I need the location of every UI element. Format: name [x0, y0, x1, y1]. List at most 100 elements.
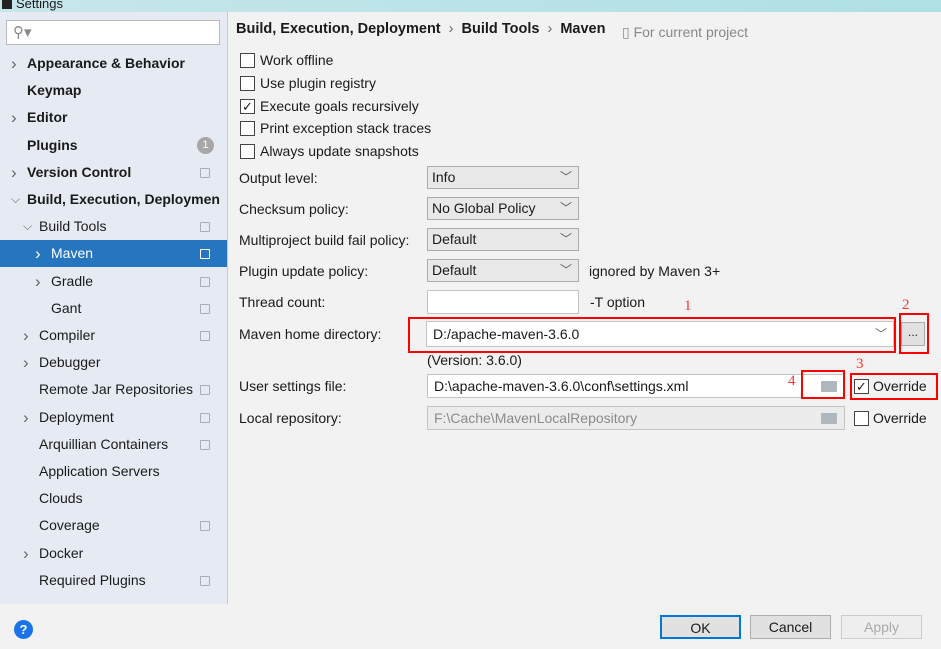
chevron-right-icon[interactable]: ›	[23, 322, 29, 349]
chevron-right-icon[interactable]: ›	[23, 540, 29, 567]
sidebar-item[interactable]: › Docker	[0, 540, 227, 567]
chevron-right-icon[interactable]: ›	[35, 240, 41, 267]
thread-count-label: Thread count:	[239, 294, 326, 310]
window-title: Settings	[16, 0, 63, 11]
user-settings-label: User settings file:	[239, 378, 347, 394]
annotation-number: 3	[856, 356, 864, 372]
breadcrumb-separator: ›	[448, 21, 454, 37]
sidebar-item-label: Deployment	[39, 408, 114, 425]
sidebar-item-label: Maven	[51, 245, 94, 262]
local-repo-value: F:\Cache\MavenLocalRepository	[434, 410, 638, 426]
checksum-policy-label: Checksum policy:	[239, 201, 349, 217]
search-input[interactable]: ⚲▾	[6, 20, 220, 45]
annotation-box-1	[408, 317, 896, 353]
project-scope: ▯ For current project	[622, 24, 748, 41]
chevron-right-icon[interactable]: ›	[23, 404, 29, 431]
sidebar-item[interactable]: › Editor	[0, 104, 227, 131]
chevron-down-icon[interactable]: ⌵	[23, 213, 32, 240]
title-bar: Settings	[0, 0, 941, 12]
output-level-select[interactable]: Info ﹀	[427, 166, 579, 189]
chevron-right-icon[interactable]: ›	[11, 159, 17, 186]
ok-button[interactable]: OK	[660, 615, 741, 639]
sidebar-item-label: Editor	[27, 109, 68, 126]
breadcrumb-item[interactable]: Build, Execution, Deployment	[236, 21, 441, 37]
sidebar-item[interactable]: Keymap	[0, 77, 227, 104]
sidebar-item[interactable]: › Gradle	[0, 268, 227, 295]
project-scope-icon	[200, 222, 210, 233]
sidebar-item-label: Version Control	[27, 163, 132, 180]
option-label: Print exception stack traces	[260, 120, 432, 137]
sidebar-item[interactable]: Plugins 1	[0, 132, 227, 159]
project-scope-icon	[200, 575, 210, 586]
breadcrumb-item[interactable]: Build Tools	[462, 21, 540, 37]
update-count-badge: 1	[197, 136, 214, 154]
plugin-update-select[interactable]: Default ﹀	[427, 259, 579, 282]
sidebar-item[interactable]: › Compiler	[0, 322, 227, 349]
sidebar-item[interactable]: › Version Control	[0, 159, 227, 186]
scope-label: For current project	[633, 24, 748, 40]
project-scope-icon	[200, 276, 210, 287]
sidebar-item[interactable]: Application Servers	[0, 458, 227, 485]
sidebar-item[interactable]: › Debugger	[0, 349, 227, 376]
sidebar-item[interactable]: Clouds	[0, 485, 227, 512]
thread-count-input[interactable]	[427, 290, 579, 314]
help-button[interactable]: ?	[14, 620, 33, 639]
option-checkbox[interactable]	[240, 75, 255, 91]
local-repo-input: F:\Cache\MavenLocalRepository	[427, 406, 845, 430]
option-checkbox[interactable]	[240, 144, 255, 160]
breadcrumb-item: Maven	[560, 21, 606, 37]
multiproject-policy-select[interactable]: Default ﹀	[427, 228, 579, 251]
folder-icon	[821, 413, 837, 424]
breadcrumb-separator: ›	[547, 21, 553, 37]
project-scope-icon	[200, 521, 210, 532]
maven-home-label: Maven home directory:	[239, 326, 382, 342]
chevron-down-icon: ﹀	[559, 170, 572, 184]
sidebar-item-label: Compiler	[39, 327, 96, 343]
plugin-update-note: ignored by Maven 3+	[589, 263, 721, 279]
sidebar-item[interactable]: › Appearance & Behavior	[0, 50, 227, 77]
sidebar-item-label: Application Servers	[39, 463, 160, 479]
chevron-down-icon: ﹀	[559, 201, 572, 215]
chevron-down-icon: ﹀	[559, 232, 572, 246]
project-scope-icon	[200, 249, 210, 260]
chevron-down-icon[interactable]: ⌵	[11, 186, 20, 213]
apply-button[interactable]: Apply	[841, 615, 922, 639]
sidebar-item-label: Debugger	[39, 354, 101, 371]
sidebar-item-label: Plugins	[27, 136, 78, 153]
sidebar-item[interactable]: Gant	[0, 295, 227, 322]
app-icon	[2, 0, 12, 9]
sidebar-item[interactable]: ⌵ Build Tools	[0, 213, 227, 240]
annotation-number: 4	[788, 373, 796, 389]
sidebar-item[interactable]: ⌵ Build, Execution, Deploymen	[0, 186, 227, 213]
checksum-policy-select[interactable]: No Global Policy ﹀	[427, 197, 579, 220]
maven-version: (Version: 3.6.0)	[427, 352, 522, 368]
project-scope-icon	[200, 385, 210, 396]
output-level-value: Info	[432, 169, 456, 185]
chevron-down-icon: ﹀	[559, 263, 572, 277]
multiproject-policy-label: Multiproject build fail policy:	[239, 232, 410, 248]
sidebar-item[interactable]: Arquillian Containers	[0, 431, 227, 458]
sidebar-item[interactable]: Remote Jar Repositories	[0, 376, 227, 403]
output-level-label: Output level:	[239, 170, 318, 186]
sidebar-item-label: Build, Execution, Deploymen	[27, 191, 220, 207]
annotation-box-2	[899, 313, 929, 354]
chevron-right-icon[interactable]: ›	[11, 104, 17, 131]
chevron-right-icon[interactable]: ›	[35, 268, 41, 295]
local-repo-override-checkbox[interactable]	[854, 411, 869, 426]
sidebar-item-label: Docker	[39, 544, 84, 561]
chevron-right-icon[interactable]: ›	[11, 50, 17, 77]
cancel-button[interactable]: Cancel	[750, 615, 831, 639]
option-checkbox[interactable]	[240, 53, 255, 68]
plugin-update-value: Default	[432, 262, 477, 278]
sidebar-item[interactable]: Coverage	[0, 512, 227, 539]
user-settings-input[interactable]: D:\apache-maven-3.6.0\conf\settings.xml	[427, 374, 845, 398]
thread-count-note: -T option	[590, 294, 645, 310]
chevron-right-icon[interactable]: ›	[23, 349, 29, 376]
sidebar-item[interactable]: › Deployment	[0, 404, 227, 431]
sidebar-item-label: Coverage	[39, 517, 100, 534]
option-checkbox[interactable]: ✓	[240, 98, 255, 114]
project-scope-icon	[200, 412, 210, 423]
sidebar-item[interactable]: › Maven	[0, 240, 227, 268]
sidebar-item[interactable]: Required Plugins	[0, 567, 227, 594]
option-checkbox[interactable]	[240, 121, 255, 137]
